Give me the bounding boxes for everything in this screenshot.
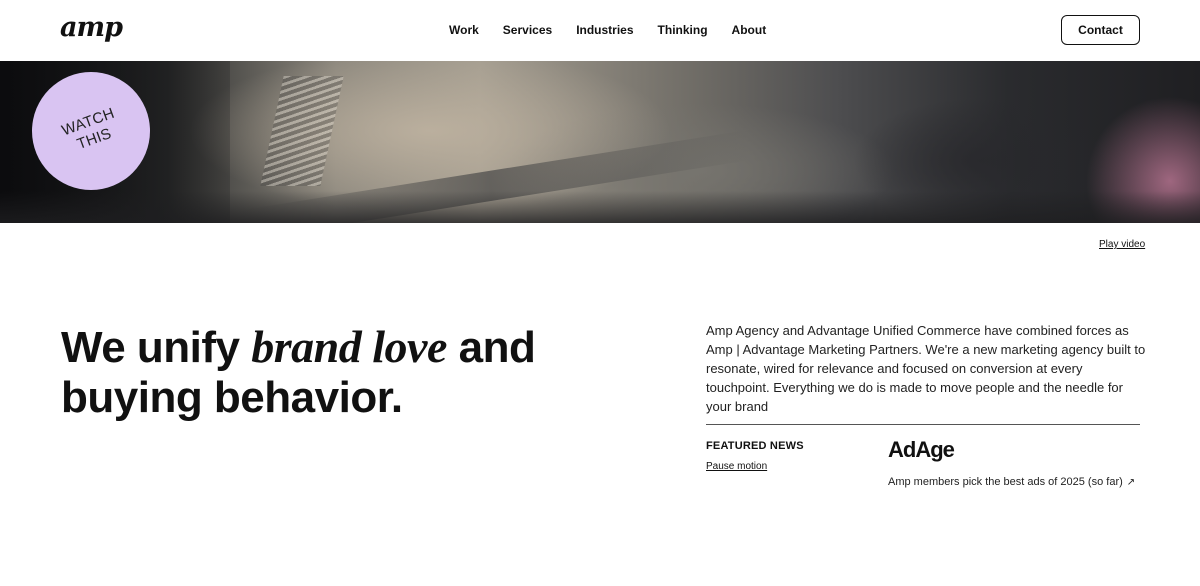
intro-description: Amp Agency and Advantage Unified Commerc… [706, 323, 1146, 414]
main-nav: Work Services Industries Thinking About [449, 23, 790, 37]
nav-thinking[interactable]: Thinking [658, 23, 708, 37]
nav-industries[interactable]: Industries [576, 23, 633, 37]
adage-logo: AdAge [888, 437, 955, 462]
hero-video[interactable] [0, 61, 1200, 223]
headline-part1: We unify [61, 323, 252, 372]
video-frame-bottom [0, 191, 1200, 223]
site-header: amp Work Services Industries Thinking Ab… [0, 0, 1200, 61]
nav-services[interactable]: Services [503, 23, 552, 37]
amp-logo[interactable]: amp [60, 12, 123, 43]
news-headline: Amp members pick the best ads of 2025 (s… [888, 476, 1123, 488]
contact-button[interactable]: Contact [1061, 15, 1140, 45]
news-article-link[interactable]: Amp members pick the best ads of 2025 (s… [888, 476, 1135, 488]
nav-work[interactable]: Work [449, 23, 479, 37]
watch-this-button[interactable]: WATCH THIS [32, 72, 150, 190]
watch-this-label: WATCH THIS [59, 104, 117, 154]
pause-motion-link[interactable]: Pause motion [706, 461, 767, 472]
video-frame-detail [260, 76, 344, 186]
page-headline: We unify brand love and buying behavior. [61, 322, 621, 423]
nav-about[interactable]: About [732, 23, 767, 37]
external-arrow-icon: ↗ [1126, 476, 1136, 488]
play-video-link[interactable]: Play video [1099, 239, 1145, 250]
divider [706, 424, 1140, 425]
headline-italic: brand love [251, 321, 447, 372]
featured-news-label: FEATURED NEWS [706, 440, 804, 452]
